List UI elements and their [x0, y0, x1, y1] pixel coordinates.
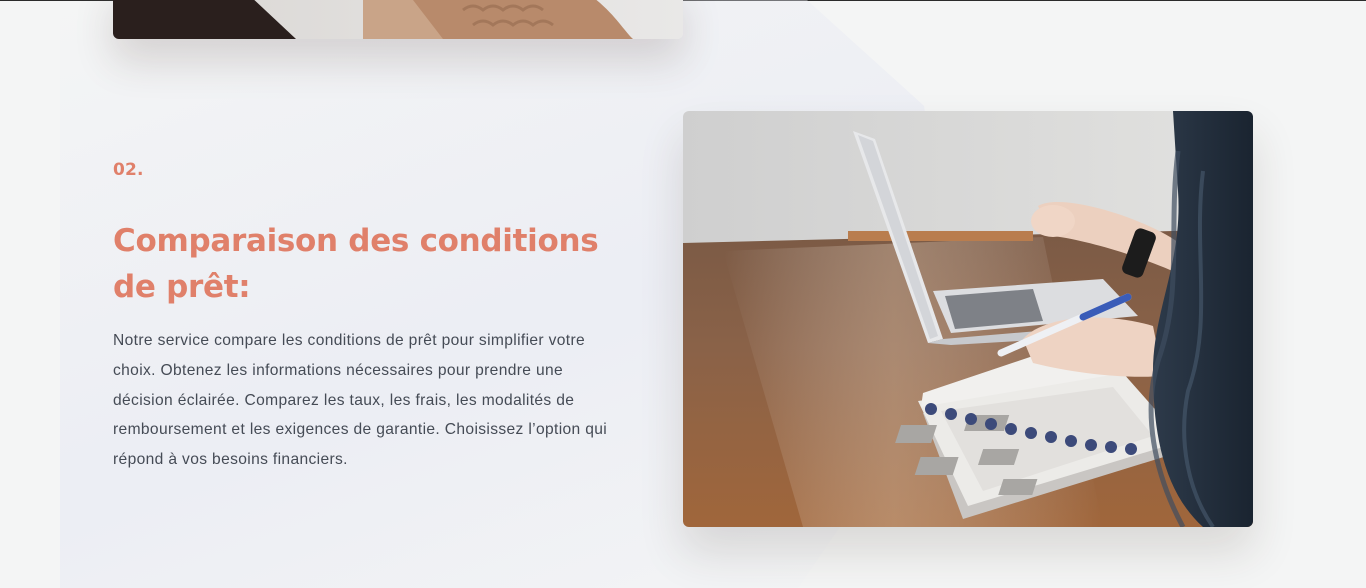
section-image — [683, 111, 1253, 527]
step-number: 02. — [113, 160, 144, 180]
section-description: Notre service compare les conditions de … — [113, 332, 608, 469]
section-title: Comparaison des conditions de prêt: — [113, 223, 599, 305]
previous-section-image — [113, 0, 683, 39]
